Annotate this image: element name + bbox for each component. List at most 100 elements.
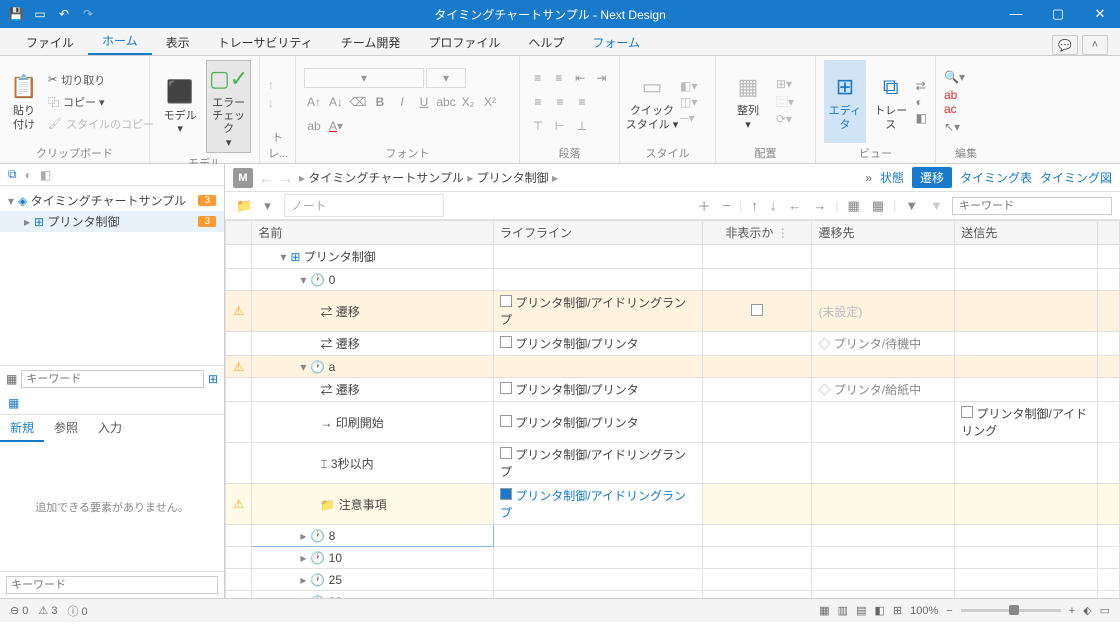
row-root[interactable]: ▾⊞ プリンタ制御 (226, 245, 1120, 269)
expand-icon[interactable]: ▸ (24, 215, 30, 229)
copy-button[interactable]: ⿻コピー ▾ (44, 92, 158, 112)
group-icon[interactable]: ⊞▾ (776, 77, 794, 91)
view-opt2-icon[interactable]: ◐ (916, 95, 927, 109)
tb-grid1-icon[interactable]: ▦ (845, 198, 863, 214)
bc-trans[interactable]: 遷移 (912, 167, 952, 188)
menu-help[interactable]: ヘルプ (514, 29, 578, 55)
arrow-up-icon[interactable]: ↑ (268, 78, 287, 92)
maximize-button[interactable]: ▢ (1038, 6, 1078, 22)
sub-icon[interactable]: X₂ (458, 92, 478, 112)
sb-opt1-icon[interactable]: ⬖ (1083, 604, 1091, 617)
shape-fill-icon[interactable]: ◧▾ (680, 79, 697, 93)
valign-bot-icon[interactable]: ⊥ (572, 116, 592, 136)
sb-view1-icon[interactable]: ▦ (819, 604, 829, 617)
italic-icon[interactable]: I (392, 92, 412, 112)
tree-opt2-icon[interactable]: ◧ (40, 168, 51, 182)
grid-search-input[interactable] (952, 197, 1112, 215)
indent-icon[interactable]: ⇥ (592, 68, 611, 88)
style-copy-button[interactable]: 🖌スタイルのコピー (44, 114, 158, 134)
bc-root[interactable]: タイミングチャートサンプル (308, 171, 464, 185)
replace-icon[interactable]: abac (944, 88, 988, 116)
row-3sec[interactable]: ⌶ 3秒以内 プリンタ制御/アイドリングランプ (226, 443, 1120, 484)
row-trans-3[interactable]: ⇄ 遷移 プリンタ制御/プリンタプリンタ/給紙中 (226, 378, 1120, 402)
search-go-icon[interactable]: ⊞ (208, 372, 218, 386)
clear-format-icon[interactable]: ⌫ (348, 92, 368, 112)
bc-more[interactable]: » (865, 171, 872, 185)
bold-icon[interactable]: B (370, 92, 390, 112)
trace-button[interactable]: ⧉ トレース (870, 60, 912, 143)
row-25[interactable]: ▸🕐 25 (226, 569, 1120, 591)
highlight-icon[interactable]: ab (304, 116, 324, 136)
arrange-button[interactable]: ▦ 整列▾ (724, 60, 772, 143)
col-life[interactable]: ライフライン (493, 221, 702, 245)
menu-home[interactable]: ホーム (88, 27, 152, 55)
font-color-icon[interactable]: A▾ (326, 116, 346, 136)
tree-view-icon[interactable]: ⧉ (8, 167, 17, 182)
shape-outline-icon[interactable]: ◫▾ (680, 95, 697, 109)
row-print-start[interactable]: → 印刷開始 プリンタ制御/プリンタ プリンタ制御/アイドリング (226, 402, 1120, 443)
strike-icon[interactable]: abc (436, 92, 456, 112)
row-note[interactable]: ⚠📁 注意事項 プリンタ制御/アイドリングランプ (226, 484, 1120, 525)
tab-input[interactable]: 入力 (88, 415, 132, 442)
redo-icon[interactable]: ↷ (80, 7, 96, 21)
editor-button[interactable]: ⊞ エディタ (824, 60, 866, 143)
tb-drop-icon[interactable]: ▾ (261, 198, 274, 214)
tb-right-icon[interactable]: → (810, 198, 829, 213)
align-center-icon[interactable]: ≡ (550, 92, 570, 112)
status-errors[interactable]: ⊖ 0 (10, 604, 28, 617)
underline-icon[interactable]: U (414, 92, 434, 112)
menu-profile[interactable]: プロファイル (414, 29, 514, 55)
zoom-in-icon[interactable]: + (1069, 605, 1075, 617)
zoom-out-icon[interactable]: − (946, 605, 952, 617)
tb-folder-icon[interactable]: 📁 (233, 198, 255, 214)
menu-trace[interactable]: トレーサビリティ (204, 29, 327, 55)
note-input[interactable]: ノート (284, 194, 444, 217)
tb-up-icon[interactable]: ↑ (748, 198, 761, 213)
bc-timing-table[interactable]: タイミング表 (960, 169, 1032, 186)
bullets-icon[interactable]: ≡ (528, 68, 547, 88)
col-warn[interactable] (226, 221, 252, 245)
align-left-icon[interactable]: ≡ (528, 92, 548, 112)
row-0[interactable]: ▾🕐 0 (226, 269, 1120, 291)
tree-root[interactable]: ▾ ◈ タイミングチャートサンプル 3 (0, 190, 224, 211)
menu-view[interactable]: 表示 (152, 29, 204, 55)
save-icon[interactable]: 💾 (8, 7, 24, 21)
close-button[interactable]: ✕ (1080, 6, 1120, 22)
font-family-select[interactable]: ▾ (304, 68, 424, 88)
valign-top-icon[interactable]: ⊤ (528, 116, 548, 136)
arrow-down-icon[interactable]: ↓ (268, 96, 287, 110)
col-hide[interactable]: 非表示か ⋮ (702, 221, 812, 245)
tb-filter1-icon[interactable]: ▼ (902, 198, 921, 213)
row-trans-2[interactable]: ⇄ 遷移 プリンタ制御/プリンタプリンタ/待機中 (226, 332, 1120, 356)
zoom-slider[interactable] (961, 609, 1061, 612)
increase-font-icon[interactable]: A↑ (304, 92, 324, 112)
paste-button[interactable]: 📋 貼り付け (8, 60, 40, 143)
tb-add-icon[interactable]: ＋ (695, 196, 714, 215)
tb-grid2-icon[interactable]: ▦ (869, 198, 887, 214)
sb-view2-icon[interactable]: ▥ (838, 604, 848, 617)
shape-line-icon[interactable]: ─▾ (680, 111, 697, 125)
sidebar-bottom-search[interactable] (6, 576, 218, 594)
collapse-icon[interactable]: ▾ (8, 194, 14, 208)
error-check-button[interactable]: ▢✓ エラーチェック▾ (206, 60, 251, 153)
col-name[interactable]: 名前 (252, 221, 494, 245)
col-trans[interactable]: 遷移先 (812, 221, 955, 245)
tree-child[interactable]: ▸ ⊞ プリンタ制御 3 (0, 211, 224, 232)
bc-timing-diagram[interactable]: タイミング図 (1040, 169, 1112, 186)
row-8[interactable]: ▸🕐 8 (226, 525, 1120, 547)
quick-style-button[interactable]: ▭ クイック スタイル ▾ (628, 60, 676, 143)
bc-fwd[interactable]: → (279, 170, 293, 186)
sb-opt2-icon[interactable]: ▭ (1100, 604, 1110, 617)
tab-ref[interactable]: 参照 (44, 415, 88, 442)
find-icon[interactable]: 🔍▾ (944, 70, 988, 84)
row-trans-1[interactable]: ⚠⇄ 遷移 プリンタ制御/アイドリングランプ(未設定) (226, 291, 1120, 332)
model-button[interactable]: ⬛ モデル▾ (158, 60, 202, 153)
undo-icon[interactable]: ↶ (56, 7, 72, 21)
bc-back[interactable]: ← (259, 170, 273, 186)
font-size-select[interactable]: ▾ (426, 68, 466, 88)
view-opt3-icon[interactable]: ◧ (916, 111, 927, 125)
bc-state[interactable]: 状態 (880, 169, 904, 186)
tb-remove-icon[interactable]: − (720, 198, 734, 213)
comment-icon[interactable]: 💬 (1052, 35, 1078, 55)
row-28[interactable]: ▸🕐 28 (226, 591, 1120, 599)
